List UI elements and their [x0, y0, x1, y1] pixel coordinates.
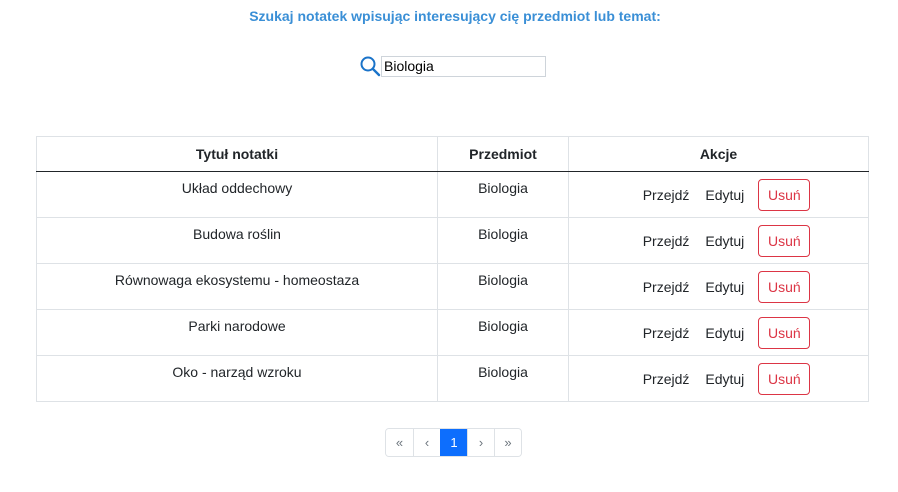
note-actions: Przejdź Edytuj Usuń: [568, 171, 869, 218]
note-subject: Biologia: [437, 309, 569, 356]
table-row: Budowa roślin Biologia Przejdź Edytuj Us…: [36, 217, 869, 264]
last-page-button[interactable]: »: [494, 429, 521, 456]
table-row: Parki narodowe Biologia Przejdź Edytuj U…: [36, 309, 869, 356]
open-link[interactable]: Przejdź: [643, 371, 690, 387]
delete-button[interactable]: Usuń: [758, 178, 811, 211]
note-subject: Biologia: [437, 217, 569, 264]
search-icon[interactable]: [359, 55, 381, 77]
prev-page-button[interactable]: ‹: [413, 429, 440, 456]
header-subject: Przedmiot: [437, 136, 569, 172]
note-title: Oko - narząd wzroku: [36, 355, 438, 402]
delete-button[interactable]: Usuń: [758, 270, 811, 303]
table-header-row: Tytuł notatki Przedmiot Akcje: [36, 136, 869, 172]
table-row: Układ oddechowy Biologia Przejdź Edytuj …: [36, 171, 869, 218]
delete-button[interactable]: Usuń: [758, 362, 811, 395]
note-subject: Biologia: [437, 355, 569, 402]
search-input[interactable]: [381, 55, 546, 77]
next-page-button[interactable]: ›: [467, 429, 494, 456]
note-subject: Biologia: [437, 171, 569, 218]
note-title: Parki narodowe: [36, 309, 438, 356]
current-page-button[interactable]: 1: [440, 429, 467, 456]
table-row: Równowaga ekosystemu - homeostaza Biolog…: [36, 263, 869, 310]
delete-button[interactable]: Usuń: [758, 316, 811, 349]
header-title: Tytuł notatki: [36, 136, 438, 172]
first-page-button[interactable]: «: [386, 429, 413, 456]
edit-link[interactable]: Edytuj: [705, 371, 744, 387]
search-heading: Szukaj notatek wpisując interesujący cię…: [249, 8, 661, 24]
delete-button[interactable]: Usuń: [758, 224, 811, 257]
open-link[interactable]: Przejdź: [643, 325, 690, 341]
note-actions: Przejdź Edytuj Usuń: [568, 217, 869, 264]
edit-link[interactable]: Edytuj: [705, 187, 744, 203]
note-actions: Przejdź Edytuj Usuń: [568, 309, 869, 356]
table-row: Oko - narząd wzroku Biologia Przejdź Edy…: [36, 355, 869, 402]
pagination: « ‹ 1 › »: [385, 428, 522, 457]
note-title: Równowaga ekosystemu - homeostaza: [36, 263, 438, 310]
note-title: Budowa roślin: [36, 217, 438, 264]
edit-link[interactable]: Edytuj: [705, 233, 744, 249]
note-actions: Przejdź Edytuj Usuń: [568, 263, 869, 310]
edit-link[interactable]: Edytuj: [705, 279, 744, 295]
open-link[interactable]: Przejdź: [643, 279, 690, 295]
notes-table: Tytuł notatki Przedmiot Akcje Układ odde…: [36, 136, 869, 402]
note-subject: Biologia: [437, 263, 569, 310]
edit-link[interactable]: Edytuj: [705, 325, 744, 341]
note-actions: Przejdź Edytuj Usuń: [568, 355, 869, 402]
search-bar: [359, 55, 546, 77]
open-link[interactable]: Przejdź: [643, 233, 690, 249]
note-title: Układ oddechowy: [36, 171, 438, 218]
open-link[interactable]: Przejdź: [643, 187, 690, 203]
header-actions: Akcje: [568, 136, 869, 172]
